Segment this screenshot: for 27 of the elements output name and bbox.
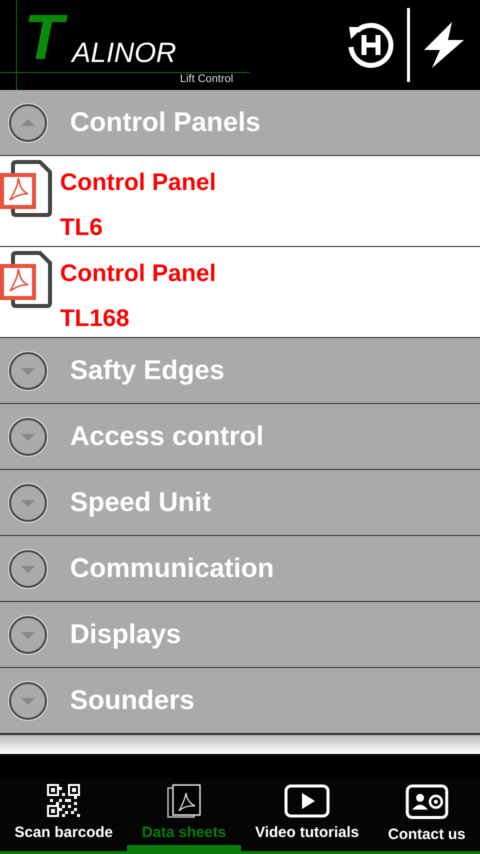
nav-tab[interactable]: Contact us: [374, 778, 480, 851]
section-header[interactable]: Sounders: [0, 668, 480, 734]
logo-tagline: Lift Control: [180, 74, 234, 85]
section-title: Access control: [70, 420, 264, 454]
section-title: Safty Edges: [70, 354, 225, 388]
section-header[interactable]: Displays: [0, 602, 480, 668]
section-header[interactable]: Speed Unit: [0, 470, 480, 536]
qr-code-icon: [46, 784, 81, 818]
section-header[interactable]: Control Panels: [0, 90, 480, 156]
document-link[interactable]: Control Panel TL168: [60, 251, 216, 341]
document-link[interactable]: Control Panel TL6: [60, 160, 216, 250]
section-title: Speed Unit: [70, 486, 212, 520]
section-title: Control Panels: [70, 106, 261, 140]
nav-tab[interactable]: Scan barcode: [0, 778, 128, 851]
nav-tab[interactable]: Data sheets: [127, 778, 241, 851]
pdf-file-icon: [166, 784, 201, 818]
section-header[interactable]: Safty Edges: [0, 338, 480, 404]
section-title: Sounders: [70, 684, 195, 718]
section-title: Displays: [70, 618, 182, 652]
play-icon: [284, 784, 330, 818]
logo-text: ALINOR: [72, 38, 178, 69]
contact-icon: [404, 784, 449, 820]
nav-tab[interactable]: Video tutorials: [240, 778, 374, 851]
section-header[interactable]: Access control: [0, 404, 480, 470]
logo-letter: T: [20, 4, 72, 72]
section-title: Communication: [70, 552, 274, 586]
section-header[interactable]: Communication: [0, 536, 480, 602]
